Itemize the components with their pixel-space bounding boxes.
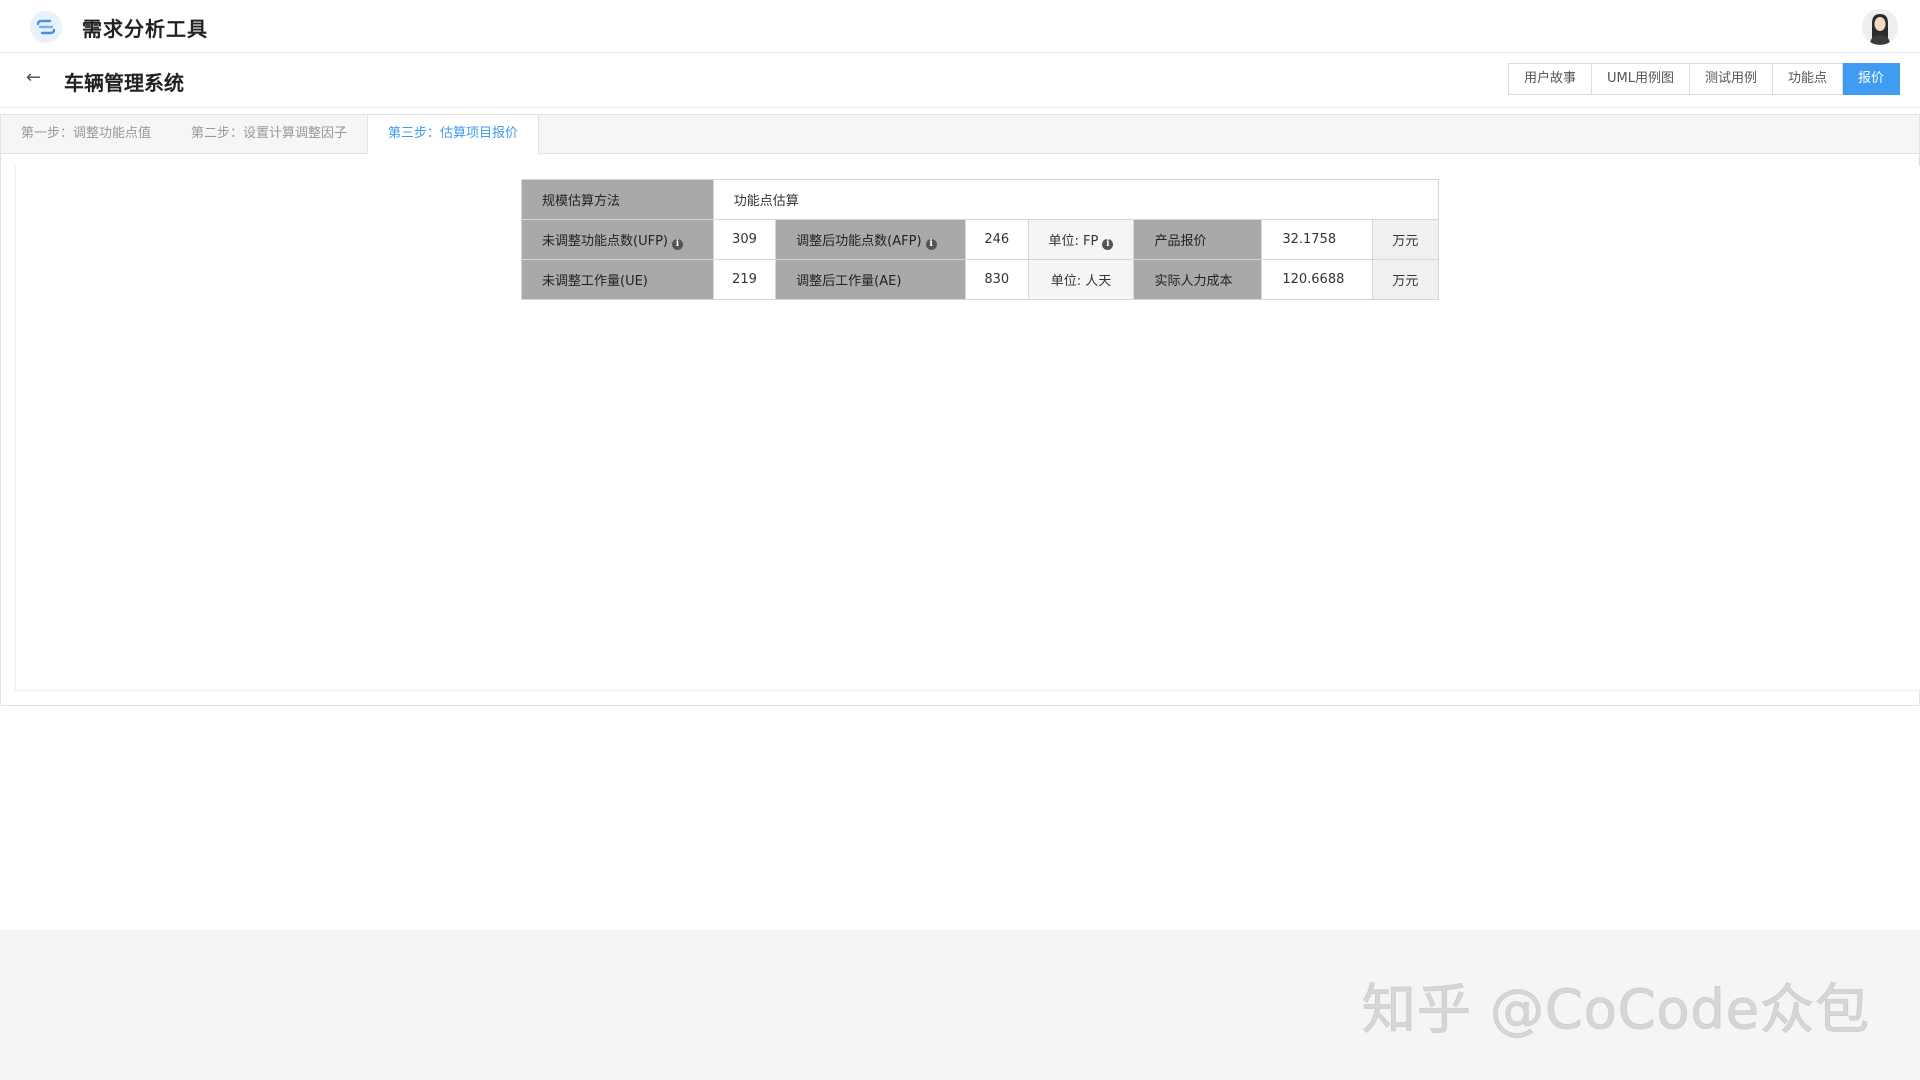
ue-label: 未调整工作量(UE) xyxy=(521,259,714,300)
table-row: 未调整功能点数(UFP) i 309 调整后功能点数(AFP) i 246 单位: … xyxy=(521,219,1440,260)
method-value: 功能点估算 xyxy=(712,179,1440,220)
afp-value: 246 xyxy=(965,219,1029,260)
table-row: 未调整工作量(UE) 219 调整后工作量(AE) 830 单位: 人天 实际人… xyxy=(521,259,1440,300)
view-tabs: 用户故事 UML用例图 测试用例 功能点 报价 xyxy=(1507,63,1900,95)
tab-test-cases[interactable]: 测试用例 xyxy=(1689,63,1773,95)
project-title: 车辆管理系统 xyxy=(64,71,184,95)
cost-label: 实际人力成本 xyxy=(1133,259,1263,300)
fp-unit-label: 单位: FP xyxy=(1048,233,1099,249)
tab-uml-use-case[interactable]: UML用例图 xyxy=(1591,63,1690,95)
footer-area: 知乎 @CoCode众包 xyxy=(0,930,1920,1080)
quote-label: 产品报价 xyxy=(1133,219,1263,260)
app-logo-icon[interactable] xyxy=(30,11,62,43)
step-tabs: 第一步：调整功能点值 第二步：设置计算调整因子 第三步：估算项目报价 xyxy=(1,115,1919,154)
quote-unit: 万元 xyxy=(1371,219,1440,260)
app-title: 需求分析工具 xyxy=(82,17,208,41)
step-tab-estimate-quote[interactable]: 第三步：估算项目报价 xyxy=(367,115,540,154)
ufp-label-cell: 未调整功能点数(UFP) i xyxy=(521,219,714,260)
app-header: 需求分析工具 xyxy=(0,0,1920,53)
info-icon[interactable]: i xyxy=(671,238,683,250)
ue-value: 219 xyxy=(712,259,777,300)
table-row: 规模估算方法 功能点估算 xyxy=(521,179,1440,220)
afp-label: 调整后功能点数(AFP) xyxy=(796,233,922,249)
watermark-text: 知乎 @CoCode众包 xyxy=(1361,978,1870,1042)
tab-function-points[interactable]: 功能点 xyxy=(1772,63,1843,95)
cost-unit: 万元 xyxy=(1371,259,1440,300)
ufp-label: 未调整功能点数(UFP) xyxy=(542,233,668,249)
ufp-value: 309 xyxy=(712,219,777,260)
user-avatar[interactable] xyxy=(1862,9,1898,45)
project-header: ← 车辆管理系统 用户故事 UML用例图 测试用例 功能点 报价 xyxy=(0,53,1920,108)
info-icon[interactable]: i xyxy=(925,238,937,250)
quote-value: 32.1758 xyxy=(1261,219,1373,260)
method-label: 规模估算方法 xyxy=(521,179,714,220)
ae-value: 830 xyxy=(965,259,1029,300)
ae-label: 调整后工作量(AE) xyxy=(775,259,967,300)
step-tab-adjust-factors[interactable]: 第二步：设置计算调整因子 xyxy=(171,115,367,153)
tab-quote[interactable]: 报价 xyxy=(1842,63,1900,95)
cost-value: 120.6688 xyxy=(1261,259,1373,300)
day-unit-label: 单位: 人天 xyxy=(1027,259,1135,300)
estimate-table: 规模估算方法 功能点估算 未调整功能点数(UFP) i 309 调整后功能点数(A… xyxy=(521,179,1440,300)
afp-label-cell: 调整后功能点数(AFP) i xyxy=(775,219,967,260)
tab-user-stories[interactable]: 用户故事 xyxy=(1507,63,1592,95)
info-icon[interactable]: i xyxy=(1102,238,1114,250)
step-tab-adjust-fp[interactable]: 第一步：调整功能点值 xyxy=(1,115,171,153)
back-arrow-icon[interactable]: ← xyxy=(26,67,41,88)
fp-unit-cell: 单位: FP i xyxy=(1027,219,1135,260)
